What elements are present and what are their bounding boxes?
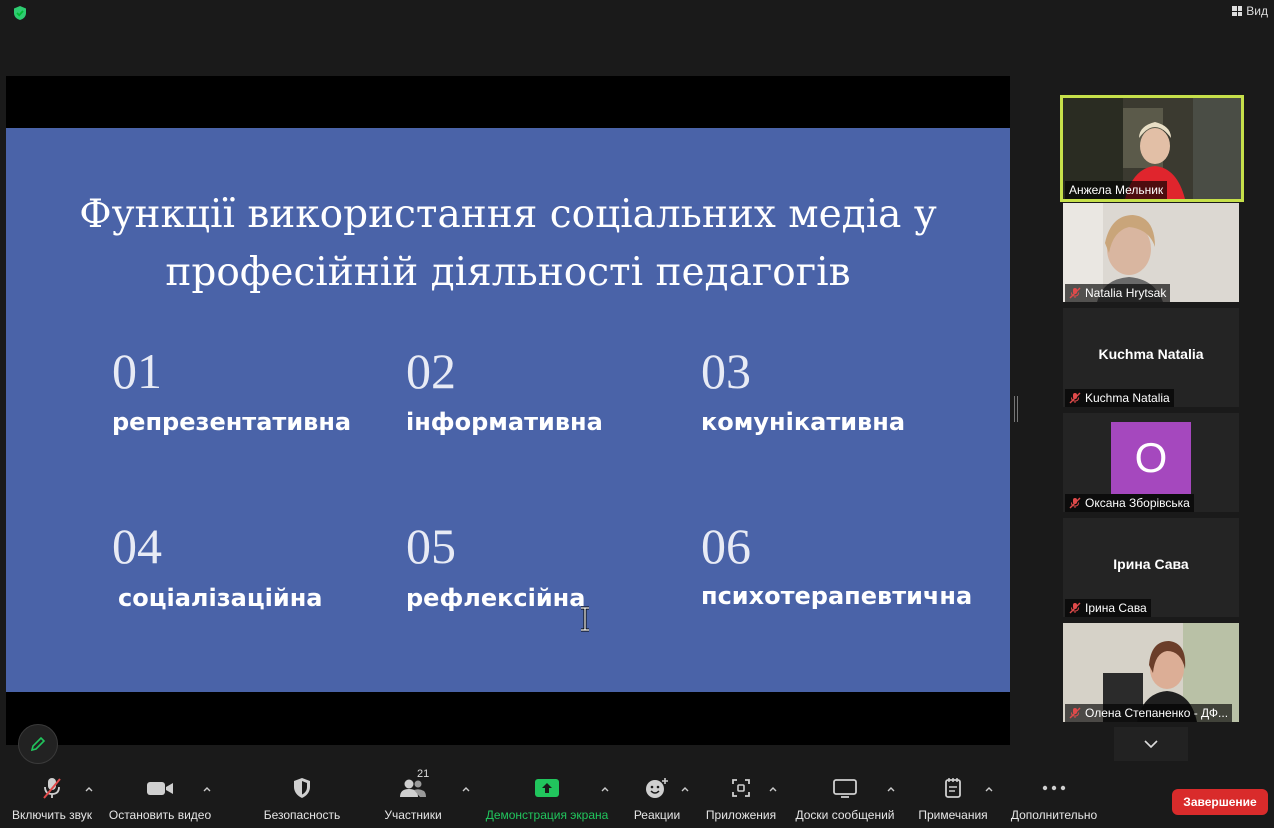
participants-button[interactable]: 21 Участники — [382, 768, 444, 828]
participants-label: Участники — [384, 808, 442, 822]
participant-tile-active-speaker[interactable]: Анжела Мельник — [1060, 95, 1244, 202]
function-number: 04 — [112, 518, 162, 574]
participant-name: Анжела Мельник — [1069, 183, 1164, 197]
function-label: соціалізаційна — [118, 584, 323, 612]
notes-label: Примечания — [918, 808, 988, 822]
function-label: інформативна — [406, 408, 603, 436]
participant-tile[interactable]: Ірина Сава Ірина Сава — [1063, 518, 1239, 617]
participant-tile[interactable]: Kuchma Natalia Kuchma Natalia — [1063, 308, 1239, 407]
top-bar: Вид — [0, 0, 1274, 26]
muted-microphone-icon — [43, 778, 61, 799]
function-label: репрезентативна — [112, 408, 352, 436]
presentation-slide: Функції використання соціальних медіа у … — [6, 128, 1010, 692]
participant-name-tag: Ірина Сава — [1065, 599, 1151, 617]
chevron-up-icon[interactable] — [768, 784, 778, 794]
whiteboards-label: Доски сообщений — [795, 808, 895, 822]
function-number: 05 — [406, 518, 456, 574]
security-label: Безопасность — [263, 808, 341, 822]
unmute-button[interactable]: Включить звук — [10, 770, 94, 828]
function-number: 06 — [701, 518, 751, 574]
emoji-add-icon — [646, 778, 668, 798]
shield-icon — [294, 778, 310, 798]
participant-name: Kuchma Natalia — [1085, 391, 1170, 405]
apps-button[interactable]: Приложения — [704, 770, 778, 828]
participant-name: Олена Степаненко - ДФ... — [1085, 706, 1229, 720]
whiteboards-button[interactable]: Доски сообщений — [792, 770, 898, 828]
participant-name: Оксана Зборівська — [1085, 496, 1190, 510]
reactions-button[interactable]: Реакции — [632, 770, 682, 828]
function-label: комунікативна — [701, 408, 906, 436]
muted-microphone-icon — [1069, 602, 1081, 614]
splitter-handle[interactable] — [1014, 396, 1018, 422]
muted-microphone-icon — [1069, 392, 1081, 404]
grid-view-icon — [1232, 6, 1243, 16]
function-number: 01 — [112, 343, 162, 399]
unmute-label: Включить звук — [11, 808, 93, 822]
pencil-icon — [30, 736, 46, 752]
text-cursor-icon — [581, 606, 589, 632]
more-dots-icon — [1042, 785, 1066, 791]
security-shield-icon[interactable] — [12, 5, 28, 21]
slide-title-line1: Функції використання соціальних медіа у — [79, 192, 937, 237]
chevron-up-icon[interactable] — [84, 784, 94, 794]
participant-display-name: Ірина Сава — [1113, 556, 1189, 572]
participant-name-tag: Олена Степаненко - ДФ... — [1065, 704, 1233, 722]
chevron-up-icon[interactable] — [680, 784, 690, 794]
chevron-up-icon[interactable] — [886, 784, 896, 794]
participant-name-tag: Анжела Мельник — [1065, 181, 1168, 199]
end-meeting-button[interactable]: Завершение — [1172, 789, 1268, 815]
participant-name: Ірина Сава — [1085, 601, 1147, 615]
function-label: психотерапевтична — [701, 582, 973, 610]
shared-screen: Функції використання соціальних медіа у … — [6, 76, 1010, 745]
share-screen-button[interactable]: Демонстрация экрана — [484, 770, 610, 828]
meeting-toolbar: Включить звук Остановить видео Безопасно… — [0, 768, 1274, 828]
participant-tile[interactable]: О Оксана Зборівська — [1063, 413, 1239, 512]
share-screen-icon — [535, 779, 559, 797]
participants-count: 21 — [417, 768, 430, 780]
more-label: Дополнительно — [1010, 808, 1098, 822]
muted-microphone-icon — [1069, 497, 1081, 509]
reactions-label: Реакции — [633, 808, 681, 822]
slide-title: Функції використання соціальних медіа у … — [6, 186, 1010, 302]
view-label: Вид — [1246, 4, 1268, 18]
muted-microphone-icon — [1069, 287, 1081, 299]
notes-icon — [945, 778, 961, 798]
annotate-button[interactable] — [18, 724, 58, 764]
participant-name-tag: Natalia Hrytsak — [1065, 284, 1171, 302]
apps-label: Приложения — [705, 808, 777, 822]
participant-name-tag: Kuchma Natalia — [1065, 389, 1174, 407]
notes-button[interactable]: Примечания — [914, 770, 992, 828]
slide-title-line2: професійній діяльності педагогів — [165, 250, 851, 295]
participant-tile[interactable]: Natalia Hrytsak — [1063, 203, 1239, 302]
scroll-participants-down-button[interactable] — [1114, 727, 1188, 761]
muted-microphone-icon — [1069, 707, 1081, 719]
apps-icon — [732, 779, 750, 797]
avatar: О — [1111, 422, 1191, 494]
security-button[interactable]: Безопасность — [262, 770, 342, 828]
chevron-up-icon[interactable] — [984, 784, 994, 794]
stop-video-button[interactable]: Остановить видео — [106, 770, 214, 828]
function-number: 02 — [406, 343, 456, 399]
participant-display-name: Kuchma Natalia — [1098, 346, 1204, 362]
chevron-up-icon[interactable] — [600, 784, 610, 794]
whiteboard-icon — [833, 779, 857, 798]
participants-icon — [400, 779, 426, 797]
participant-name: Natalia Hrytsak — [1085, 286, 1167, 300]
participant-tile[interactable]: Олена Степаненко - ДФ... — [1063, 623, 1239, 722]
video-camera-icon — [147, 782, 173, 795]
chevron-up-icon[interactable] — [461, 784, 471, 794]
function-label: рефлексійна — [406, 584, 586, 612]
more-button[interactable]: Дополнительно — [1006, 770, 1102, 828]
chevron-up-icon[interactable] — [202, 784, 212, 794]
stop-video-label: Остановить видео — [108, 808, 212, 822]
share-screen-label: Демонстрация экрана — [485, 808, 609, 822]
view-button[interactable]: Вид — [1232, 4, 1268, 18]
chevron-down-icon — [1144, 740, 1158, 748]
participant-name-tag: Оксана Зборівська — [1065, 494, 1194, 512]
function-number: 03 — [701, 343, 751, 399]
